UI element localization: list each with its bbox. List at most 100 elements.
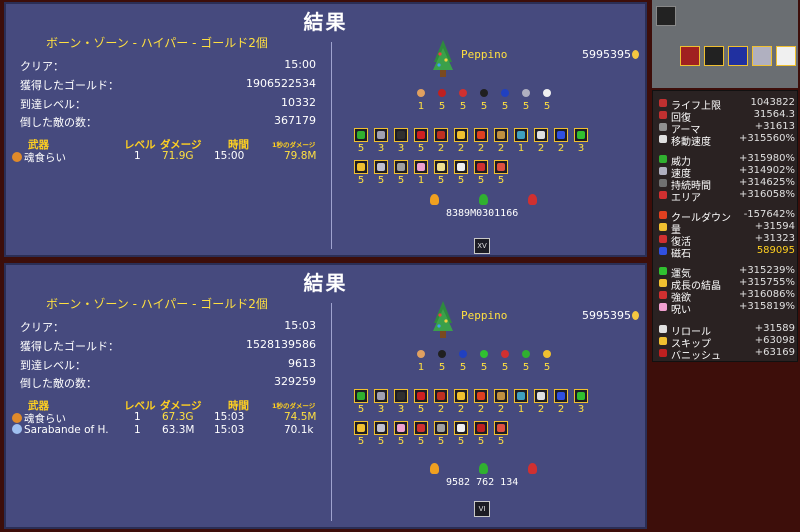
passive-summary-icon [498,347,512,361]
stat-icon [659,155,667,163]
item-count: 3 [377,404,385,415]
stat-amount: +315239% [738,265,795,276]
passive-summary-item: 5 [456,347,470,374]
passive-summary-row: 1 5 5 5 5 5 5 [414,86,554,113]
item-icon [554,389,568,403]
pickup-icons [430,463,537,474]
item-count: 5 [397,175,405,186]
passive-summary-row: 1 5 5 5 5 5 5 [414,347,554,374]
stat-icon [659,349,667,357]
item-slot: 2 [434,389,448,416]
stat-amount: +316086% [738,289,795,300]
item-count: 2 [437,404,445,415]
weapon-time: 15:03 [214,424,245,436]
stat-label: 倒した敵の数： [20,377,97,390]
item-icon [434,421,448,435]
stat-icon [659,135,667,143]
item-slot: 2 [554,128,568,155]
stat-icon [659,291,667,299]
item-icon [414,421,428,435]
stage-label: ボーン・ゾーン - ハイパー - ゴールド2個 [46,36,268,50]
passive-summary-item: 5 [498,86,512,113]
item-count: 2 [557,143,565,154]
item-slot: 5 [494,421,508,448]
item-slot: 2 [474,389,488,416]
weapon-dps: 70.1k [284,424,314,436]
stat-line: 呪い +315819% [659,301,795,316]
passive-summary-count: 5 [459,101,467,112]
passive-summary-item: 5 [519,86,533,113]
item-icon [574,389,588,403]
item-count: 5 [417,143,425,154]
item-slot: 2 [494,389,508,416]
passive-summary-icon [435,347,449,361]
stat-label: 獲得したゴールド： [20,340,119,353]
stat-row: クリア： 15:03 [20,319,316,335]
item-count: 2 [457,404,465,415]
item-slot: 5 [454,421,468,448]
character-sprite-icon [432,40,454,78]
item-slot: 5 [394,160,408,187]
item-count: 1 [417,175,425,186]
pickup-icons [430,194,537,205]
item-icon [354,389,368,403]
passive-summary-icon [519,86,533,100]
item-count: 5 [497,436,505,447]
passive-summary-count: 5 [480,362,488,373]
character-name: Peppino [461,309,508,322]
pickup-red-icon [528,194,537,205]
item-count: 5 [377,175,385,186]
stat-amount: +315819% [738,301,795,312]
weapon-level: 1 [134,150,141,162]
item-slot: 2 [554,389,568,416]
item-count: 2 [537,143,545,154]
stat-name: バニッシュ [671,351,721,362]
item-count: 1 [517,143,525,154]
stat-line: クールダウン -157642% [659,209,795,224]
item-count: 2 [537,404,545,415]
item-slot: 5 [414,389,428,416]
item-icon [554,128,568,142]
stat-amount: +31589 [754,323,795,334]
item-icon [574,128,588,142]
item-slot: 5 [354,128,368,155]
passive-summary-count: 5 [522,362,530,373]
item-slot: 1 [514,128,528,155]
item-icon [394,389,408,403]
stat-icon [659,279,667,287]
item-slot: 5 [354,160,368,187]
passive-summary-item: 1 [414,347,428,374]
item-slot: 3 [374,389,388,416]
item-icon [494,389,508,403]
item-icon [474,160,488,174]
item-count: 3 [577,404,585,415]
item-slot: 5 [414,421,428,448]
stat-amount: +315755% [738,277,795,288]
item-icon [354,160,368,174]
item-count: 5 [357,175,365,186]
item-slot: 3 [394,128,408,155]
item-count: 5 [477,175,485,186]
item-icon [454,160,468,174]
item-row-1: 5 3 3 5 2 2 2 2 1 2 2 3 [354,389,588,416]
stat-line: 威力 +315980% [659,153,795,168]
item-count: 5 [437,175,445,186]
armor-icon [752,46,772,66]
item-slot: 1 [514,389,528,416]
item-slot: 5 [454,160,468,187]
item-icon [494,128,508,142]
item-icon [534,389,548,403]
item-slot: 3 [374,128,388,155]
passive-summary-count: 5 [501,362,509,373]
passive-summary-icon [477,86,491,100]
stat-amount: 1043822 [750,97,795,108]
wings-icon [776,46,796,66]
stat-row: 到達レベル： 10332 [20,96,316,112]
stat-row: 到達レベル： 9613 [20,357,316,373]
passive-summary-icon [414,347,428,361]
weapon-damage: 67.3G [162,411,194,423]
stat-amount: +63098 [754,335,795,346]
brazier-icon [430,463,439,474]
pickup-counts: 8389M0301166 [446,208,519,219]
item-count: 5 [457,436,465,447]
